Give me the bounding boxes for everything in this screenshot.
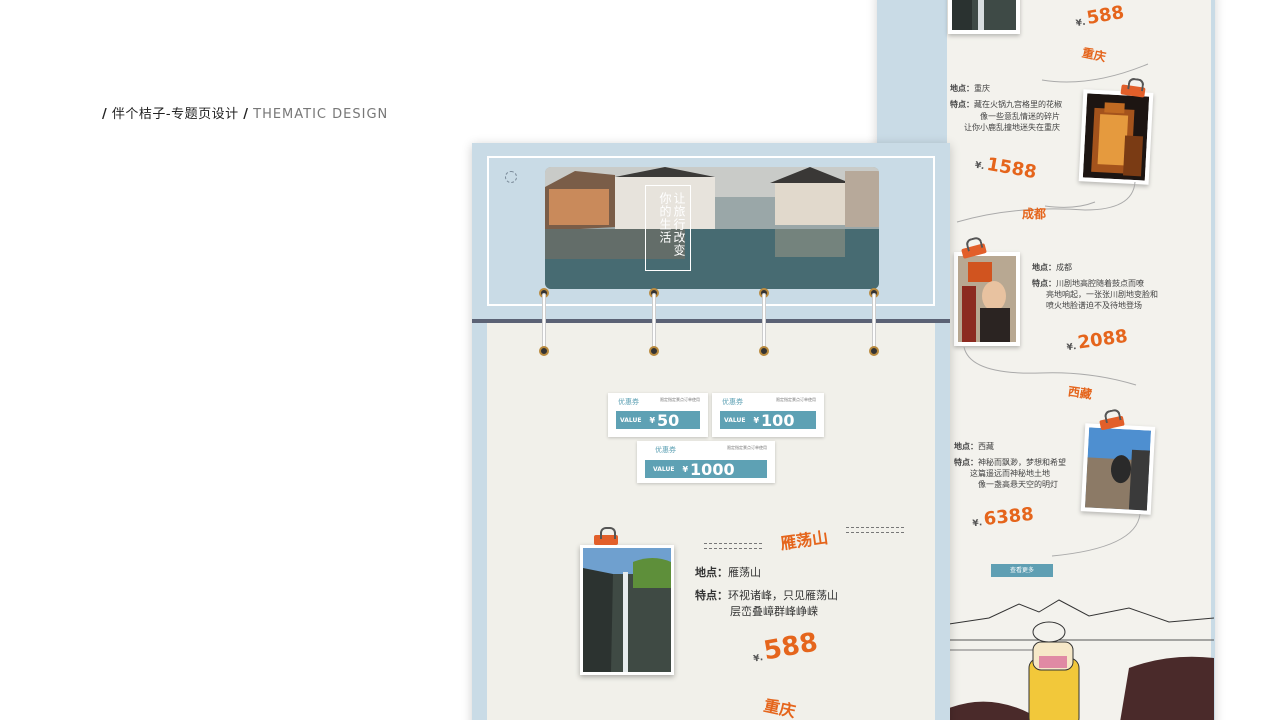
coupon-50-title: 优惠券 <box>618 398 639 406</box>
next-city-chongqing-tag: 重庆 <box>762 695 798 720</box>
yandangshan-price: ¥.588 <box>750 628 820 669</box>
tibet-location-label: 地点： <box>954 442 978 451</box>
coupon-1000-note: 限定指定景点订单使用 <box>727 445 767 450</box>
coupon-50-currency: ¥ <box>649 415 656 425</box>
title-dash-right-2 <box>846 532 904 534</box>
binder-ring-1 <box>539 288 549 356</box>
chengdu-feature-line-1: 川剧地高腔随着鼓点而嘹 <box>1056 279 1144 288</box>
coupon-100-amount: 100 <box>761 410 795 430</box>
coupon-100-note: 限定指定景点订单使用 <box>776 397 816 402</box>
waterfall-thumbnail-icon <box>952 0 1016 30</box>
back-chongqing-feature: 特点：藏在火锅九宫格里的花椒 <box>950 99 1062 111</box>
back-price-2-currency: ¥. <box>973 160 986 173</box>
coupon-100-title: 优惠券 <box>722 398 743 406</box>
water-town-scenery-icon <box>545 167 879 289</box>
back-price-1-currency: ¥. <box>1075 17 1087 30</box>
tibet-road-thumbnail-icon <box>1084 427 1152 511</box>
yandangshan-location: 地点：雁荡山 <box>695 564 761 582</box>
coupon-50-amount: 50 <box>657 410 680 430</box>
title-dash-left <box>704 543 762 545</box>
back-photo-chengdu <box>954 252 1020 346</box>
chongqing-feature-label: 特点： <box>950 100 974 109</box>
yandangshan-location-label: 地点： <box>695 566 728 579</box>
coupon-1000[interactable]: 优惠券 限定指定景点订单使用 VALUE ¥ 1000 <box>637 441 775 483</box>
yandangshan-feature-line-2: 层峦叠嶂群峰峥嵘 <box>730 605 818 618</box>
banner-image <box>545 167 879 289</box>
chengdu-feature-line-3: 喷火地脸谱迫不及待地登场 <box>1046 301 1142 310</box>
view-more-button[interactable]: 查看更多 <box>991 564 1053 577</box>
title-dash-left-2 <box>704 548 762 550</box>
route-curve-3 <box>963 346 1137 386</box>
chengdu-feature-label: 特点： <box>1032 279 1056 288</box>
coupon-100-currency: ¥ <box>753 415 760 425</box>
coupon-100[interactable]: 优惠券 限定指定景点订单使用 VALUE ¥ 100 <box>712 393 824 437</box>
back-photo-waterfall <box>948 0 1020 34</box>
back-city-tibet-tag: 西藏 <box>1067 384 1093 402</box>
yandangshan-feature-line-1: 环视诸峰，只见雁荡山 <box>728 589 838 602</box>
yandangshan-photo <box>580 545 674 675</box>
chengdu-location-label: 地点： <box>1032 263 1056 272</box>
back-photo-chongqing <box>1078 89 1154 185</box>
coupon-50[interactable]: 优惠券 限定指定景点订单使用 VALUE ¥ 50 <box>608 393 708 437</box>
title-dash-right <box>846 527 904 529</box>
tibet-feature-line-3: 像一盏高悬天空的明灯 <box>978 480 1058 489</box>
yandangshan-title: 雁荡山 <box>779 527 830 554</box>
coupon-50-value-label: VALUE <box>620 416 642 424</box>
binder-ring-4 <box>869 288 879 356</box>
chengdu-location-value: 成都 <box>1056 263 1072 272</box>
coupon-1000-amount: 1000 <box>690 459 735 479</box>
back-tibet-location: 地点：西藏 <box>954 441 994 453</box>
front-page-mockup: 让旅行改变你的生活 优惠券 限定指定景点订单使用 VALUE ¥ 50 优惠券 … <box>472 143 950 720</box>
yandangshan-feature-label: 特点： <box>695 589 728 602</box>
coupon-50-value-bar: VALUE ¥ 50 <box>616 410 700 430</box>
binder-ring-2 <box>649 288 659 356</box>
coupon-1000-title: 优惠券 <box>655 446 676 454</box>
route-curve-2 <box>956 181 1136 223</box>
tibet-feature-label: 特点： <box>954 458 978 467</box>
route-curve-4 <box>1051 513 1141 557</box>
coupon-1000-value-label: VALUE <box>653 465 675 473</box>
caption-slash: / <box>102 107 108 122</box>
yandangshan-price-currency: ¥. <box>752 653 764 665</box>
traveler-illustration <box>949 598 1214 720</box>
yandangshan-location-value: 雁荡山 <box>728 566 761 579</box>
back-chongqing-location: 地点：重庆 <box>950 83 990 95</box>
caption-slash-2: / <box>243 107 249 122</box>
banner-title: 让旅行改变你的生活 <box>645 185 691 271</box>
back-chengdu-location: 地点：成都 <box>1032 262 1072 274</box>
back-price-4-currency: ¥. <box>972 518 983 530</box>
yandangshan-clip-icon <box>594 527 618 545</box>
binder-ring-3 <box>759 288 769 356</box>
chongqing-location-value: 重庆 <box>974 84 990 93</box>
tibet-location-value: 西藏 <box>978 442 994 451</box>
page-caption: / 伴个桔子-专题页设计 / THEMATIC DESIGN <box>102 103 388 122</box>
coupon-100-value-bar: VALUE ¥ 100 <box>720 410 816 430</box>
logo-mark-icon <box>505 171 517 183</box>
coupon-1000-currency: ¥ <box>682 464 689 474</box>
coupon-100-value-label: VALUE <box>724 416 746 424</box>
chongqing-location-label: 地点： <box>950 84 974 93</box>
caption-title-cn: 伴个桔子-专题页设计 <box>111 107 239 122</box>
sichuan-opera-thumbnail-icon <box>958 256 1016 342</box>
tibet-feature-line-1: 神秘而飘渺，梦想和希望 <box>978 458 1066 467</box>
coupon-1000-value-bar: VALUE ¥ 1000 <box>645 459 767 479</box>
yandangshan-price-value: 588 <box>761 627 821 667</box>
mountain-traveler-icon <box>949 599 1214 720</box>
chongqing-feature-line-3: 让你小鹿乱撞地迷失在重庆 <box>964 123 1060 132</box>
waterfall-photo-icon <box>583 548 671 672</box>
caption-title-en: THEMATIC DESIGN <box>253 107 389 122</box>
coupon-50-note: 限定指定景点订单使用 <box>660 397 700 402</box>
back-photo-tibet <box>1080 423 1156 515</box>
back-city-chengdu-tag: 成都 <box>1022 207 1047 221</box>
chongqing-night-thumbnail-icon <box>1082 93 1150 181</box>
chongqing-feature-line-1: 藏在火锅九宫格里的花椒 <box>974 100 1062 109</box>
